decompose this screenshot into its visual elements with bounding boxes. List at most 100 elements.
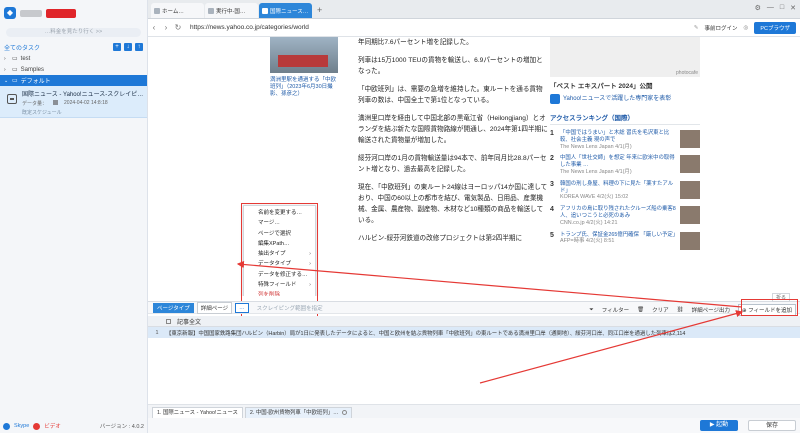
close-tab-icon[interactable]: [341, 410, 347, 416]
close-icon[interactable]: ✕: [790, 4, 796, 12]
pc-browser-button[interactable]: PCブラウザ: [754, 22, 796, 34]
export-icon[interactable]: ↑: [135, 43, 143, 51]
ranking-item[interactable]: 1 「中国ではうまい」と木総 習氏を毛沢東と比較、社会主義 現の声で The New…: [550, 130, 700, 150]
folder-default[interactable]: ⌄ ▭ デフォルト: [0, 75, 147, 86]
favicon-icon: [262, 7, 268, 14]
trash-icon[interactable]: 🗑: [637, 307, 644, 313]
tab-label: ホーム…: [162, 8, 184, 15]
login-button[interactable]: 事前ログイン: [705, 24, 738, 32]
blurred-username: [20, 9, 42, 17]
skype-icon[interactable]: [3, 422, 10, 430]
table-row[interactable]: 1 【東京新報】中国国家鉄路集団ハルビン（Harbin）局が1日に発表したデータ…: [148, 327, 800, 338]
task-title: 国際ニュース - Yahoo!ニュース-スクレイピ…: [22, 92, 143, 98]
ranking-item[interactable]: 5 トランプ氏、保証金265億円確保 「厳しい予定」 AFP=時事 4/2(火) 8…: [550, 231, 700, 250]
url-field[interactable]: https://news.yahoo.co.jp/categories/worl…: [190, 24, 309, 31]
ad-banner[interactable]: photocafe: [550, 37, 700, 77]
sidebar-promo-link[interactable]: …料金を見たり行く >>: [6, 28, 141, 37]
reload-icon[interactable]: ↻: [172, 23, 184, 32]
context-menu-item[interactable]: 名前を変更する…: [244, 208, 315, 218]
blurred-badge: [46, 8, 76, 18]
ranking-source: CNN.co.jp 4/2(火) 14:21: [560, 219, 618, 226]
youtube-icon[interactable]: [33, 422, 41, 430]
import-icon[interactable]: ↓: [124, 43, 132, 51]
new-tab-icon[interactable]: +: [313, 3, 326, 18]
expert-link[interactable]: Yahoo!ニュースで活躍した専門家を表彰: [550, 94, 700, 104]
ranking-source: The News Lens Japan 4/1(月): [560, 168, 632, 175]
favicon-icon: [154, 7, 160, 14]
globe-icon[interactable]: ◎: [744, 25, 749, 31]
save-button[interactable]: 保存: [748, 420, 796, 431]
column-header[interactable]: 記事全文: [177, 317, 201, 326]
right-rail: photocafe 「ベスト エキスパート 2024」公開 Yahoo!ニュース…: [550, 37, 700, 250]
ranking-item[interactable]: 3 韓国の刑し身屋、料理の下に見た「薬すたアルド」 KOREA WAVE 4/2(火…: [550, 180, 700, 201]
sidebar-footer: Skype ビデオ バージョン : 4.0.2: [0, 419, 148, 433]
app-logo-icon: ◆: [4, 7, 16, 19]
rail-heading: 「ベスト エキスパート 2024」公開: [550, 83, 653, 90]
page-type-select[interactable]: 詳細ページ: [196, 301, 233, 314]
clear-button[interactable]: クリア: [652, 306, 669, 314]
tab-label: 国際ニュース…: [270, 8, 309, 15]
ranking-text: 「中国ではうまい」と木総 習氏を毛沢東と比較、社会主義 現の声で The News…: [560, 130, 676, 150]
forward-icon[interactable]: ›: [160, 23, 172, 32]
context-menu-item[interactable]: データタイプ: [244, 259, 315, 270]
skype-link[interactable]: Skype: [14, 423, 29, 429]
all-tasks-label[interactable]: 全てのタスク: [4, 43, 40, 52]
settings-icon[interactable]: ⚙: [755, 4, 761, 12]
article-image-card[interactable]: 満洲里駅を通過する「中欧班列」（2023年6月30日撮影、孫彦之）: [270, 37, 338, 98]
minimize-icon[interactable]: —: [767, 4, 774, 12]
article-paragraph: ハルビン-綏芬河鉄道の改修プロジェクトは第2四半期に: [358, 235, 523, 242]
task-tab[interactable]: 2. 中国-欧州貨物列車「中欧班列」…: [244, 407, 352, 418]
detail-output-button[interactable]: 詳細ページ出力: [692, 306, 730, 314]
filter-icon[interactable]: ⏷: [589, 307, 593, 314]
folder-label: Samples: [20, 66, 45, 73]
folder-test[interactable]: › ▭ test: [0, 53, 147, 64]
context-menu-item[interactable]: データを修正する…: [244, 270, 315, 280]
article-paragraph: 現在、「中欧班列」の東ルート24線はヨーロッパ14か国に達しており、中国の60以…: [358, 184, 548, 224]
task-tab[interactable]: 1. 国際ニュース - Yahoo!ニュース: [152, 407, 243, 418]
article-paragraph: 年同期比7.6パーセント増を記録した。: [358, 39, 473, 46]
ranking-title: アクセスランキング（国際）: [550, 112, 700, 125]
robot-icon: [7, 94, 17, 104]
context-menu-item[interactable]: 抽出タイプ: [244, 249, 315, 260]
data-grid-body: [148, 338, 800, 404]
edit-icon[interactable]: ✎: [694, 25, 699, 31]
field-select[interactable]: …: [235, 302, 249, 313]
ranking-list: 1 「中国ではうまい」と木総 習氏を毛沢東と比較、社会主義 現の声で The New…: [550, 130, 700, 250]
expert-link-label: Yahoo!ニュースで活躍した専門家を表彰: [563, 95, 672, 102]
browser-tab-home[interactable]: ホーム…: [151, 3, 204, 18]
folder-icon: ▭: [12, 78, 18, 84]
ranking-text: 中国人「世社交師」を想定 年来に欧米中の取得した事業 … The News Len…: [560, 155, 676, 175]
maximize-icon[interactable]: □: [780, 4, 784, 12]
article-paragraph: 「中欧班列」は、需要の急増を維持した。東ルートを通る貨物列車の数は、中国全土で第…: [358, 86, 543, 104]
task-date: 2024-04-02 14:8:18: [64, 100, 108, 106]
new-folder-icon[interactable]: +: [113, 43, 121, 51]
ranking-thumbnail: [680, 180, 700, 199]
article-paragraph: 列車は15万1000 TEUの貨物を輸送し、6.9パーセントの増加となった。: [358, 57, 543, 75]
select-all-checkbox[interactable]: [166, 318, 171, 324]
task-tab-bar: 1. 国際ニュース - Yahoo!ニュース 2. 中国-欧州貨物列車「中欧班列…: [148, 404, 800, 418]
favicon-icon: [208, 7, 214, 14]
folder-samples[interactable]: › ▭ Samples: [0, 64, 147, 75]
task-tab-label: 2. 中国-欧州貨物列車「中欧班列」…: [249, 410, 339, 416]
ranking-thumbnail: [680, 206, 700, 225]
article-paragraph: 綏芬河口岸の1月の貨物輸送量は94本で、前年同月比28.8パーセント増となり、過…: [358, 155, 547, 173]
scroll-range-link[interactable]: スクレイピング範囲を指定: [257, 304, 323, 312]
browser-tab-running[interactable]: 実行中-国…: [205, 3, 258, 18]
filter-button[interactable]: フィルター: [602, 306, 629, 314]
task-item[interactable]: 国際ニュース - Yahoo!ニュース-スクレイピ… データ量： 2024-04…: [0, 86, 147, 118]
context-menu-item[interactable]: マージ…: [244, 218, 315, 228]
ranking-text: トランプ氏、保証金265億円確保 「厳しい予定」 AFP=時事 4/2(火) 8:…: [560, 232, 678, 250]
tab-label: 実行中-国…: [216, 8, 246, 15]
context-menu-item[interactable]: 列を削除: [244, 290, 315, 296]
ranking-item[interactable]: 4 アフリカの島に取り残されたクルーズ船の乗客8人、追いつこうと必死のあみ CNN.…: [550, 206, 700, 226]
start-button[interactable]: ▶ 起動: [700, 420, 738, 431]
browser-tab-world-news[interactable]: 国際ニュース…: [259, 3, 312, 18]
context-menu-item[interactable]: 編集XPath…: [244, 239, 315, 249]
ranking-item[interactable]: 2 中国人「世社交師」を想定 年来に欧米中の取得した事業 … The News Le…: [550, 155, 700, 175]
video-link[interactable]: ビデオ: [44, 422, 61, 430]
context-menu-item[interactable]: 特殊フィールド: [244, 280, 315, 291]
back-icon[interactable]: ‹: [148, 23, 160, 32]
context-menu-item[interactable]: ページで選択: [244, 229, 315, 239]
ranking-thumbnail: [680, 155, 700, 174]
link-icon[interactable]: ⛓: [677, 307, 684, 313]
